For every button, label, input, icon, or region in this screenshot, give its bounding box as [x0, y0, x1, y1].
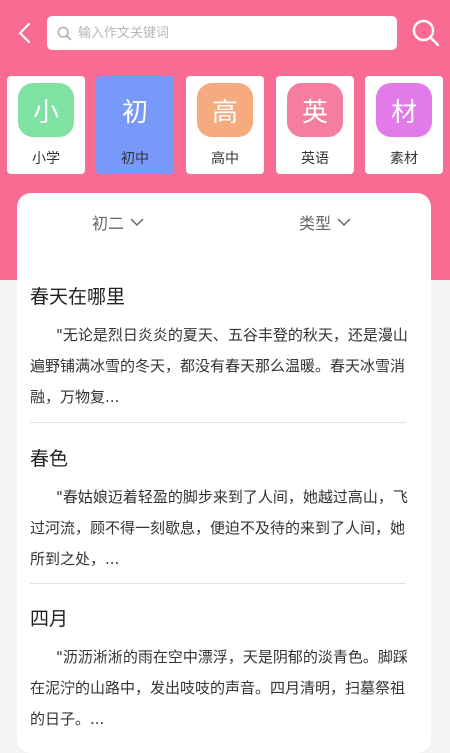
- divider: [30, 422, 406, 423]
- category-icon-english: 英: [287, 83, 343, 137]
- category-icon-primary: 小: [18, 83, 74, 137]
- category-icon-material: 材: [376, 83, 432, 137]
- category-icon-junior: 初: [107, 83, 163, 137]
- category-card-primary[interactable]: 小 小学: [7, 76, 85, 174]
- article-excerpt: "沥沥淅淅的雨在空中漂浮，天是阴郁的淡青色。脚踩在泥泞的山路中，发出吱吱的声音。…: [30, 648, 408, 728]
- category-card-material[interactable]: 材 素材: [365, 76, 443, 174]
- category-label: 初中: [121, 151, 149, 167]
- chevron-down-icon: [130, 218, 144, 226]
- category-label: 素材: [390, 151, 418, 167]
- article-item[interactable]: 四月 "沥沥淅淅的雨在空中漂浮，天是阴郁的淡青色。脚踩在泥泞的山路中，发出吱吱的…: [30, 606, 408, 735]
- category-card-senior[interactable]: 高 高中: [186, 76, 264, 174]
- search-small-icon: [57, 26, 72, 40]
- article-excerpt: "无论是烈日炎炎的夏天、五谷丰登的秋天，还是漫山遍野铺满冰雪的冬天，都没有春天那…: [30, 326, 408, 406]
- type-filter-dropdown[interactable]: 类型: [299, 210, 351, 234]
- category-label: 小学: [32, 151, 60, 167]
- article-excerpt: "春姑娘迈着轻盈的脚步来到了人间，她越过高山，飞过河流，顾不得一刻歇息，便迫不及…: [30, 488, 408, 568]
- top-bar: [0, 0, 450, 64]
- article-title: 春天在哪里: [30, 286, 126, 308]
- search-input[interactable]: [76, 24, 370, 42]
- article-title: 春色: [30, 448, 69, 470]
- article-title: 四月: [30, 608, 69, 630]
- category-card-junior[interactable]: 初 初中: [96, 76, 174, 174]
- article-item[interactable]: 春天在哪里 "无论是烈日炎炎的夏天、五谷丰登的秋天，还是漫山遍野铺满冰雪的冬天，…: [30, 284, 408, 413]
- category-icon-senior: 高: [197, 83, 253, 137]
- search-button[interactable]: [410, 17, 442, 49]
- search-icon: [412, 19, 440, 47]
- category-label: 英语: [301, 151, 329, 167]
- back-button[interactable]: [12, 20, 38, 46]
- divider: [30, 583, 406, 584]
- grade-filter-label: 初二: [92, 214, 125, 233]
- grade-filter-dropdown[interactable]: 初二: [92, 210, 144, 234]
- category-label: 高中: [211, 151, 239, 167]
- type-filter-label: 类型: [299, 214, 332, 233]
- article-item[interactable]: 春色 "春姑娘迈着轻盈的脚步来到了人间，她越过高山，飞过河流，顾不得一刻歇息，便…: [30, 446, 408, 575]
- search-box[interactable]: [47, 16, 397, 50]
- category-card-english[interactable]: 英 英语: [276, 76, 354, 174]
- chevron-down-icon: [337, 218, 351, 226]
- back-arrow-icon: [18, 22, 31, 44]
